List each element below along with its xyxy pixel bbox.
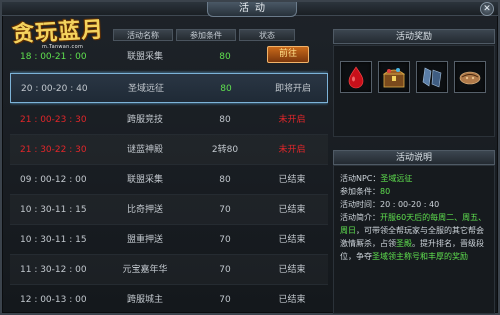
reward-slot-3[interactable]	[416, 61, 448, 93]
reward-slot-1[interactable]	[340, 61, 372, 93]
activity-window: 活动 ✕ 贪玩蓝月 m.Tanwan.com 活动名称 参加条件 状态 18 :…	[0, 0, 500, 315]
goto-button[interactable]: 前往	[267, 46, 309, 63]
table-row[interactable]: 10 : 30-11 : 15 盟重押送 70 已结束	[10, 225, 328, 255]
row-name: 谜蓝神殿	[126, 145, 163, 155]
row-condition: 2转80	[211, 145, 239, 155]
condition-label: 参加条件：	[340, 187, 380, 196]
row-status: 已结束	[278, 205, 306, 215]
intro-text: 活动简介：开服60天后的每周二、周五、周日，可带领全帮玩家与全服的其它帮会激情厮…	[340, 211, 488, 263]
table-row[interactable]: 10 : 30-11 : 15 比奇押送 70 已结束	[10, 195, 328, 225]
row-condition: 80	[220, 84, 232, 94]
row-time: 12 : 00-13 : 00	[20, 295, 87, 305]
intro-temple: 圣殿	[396, 239, 412, 248]
row-time: 11 : 30-12 : 00	[20, 265, 87, 275]
row-time: 18 : 00-21 : 00	[20, 52, 87, 62]
row-status: 已结束	[278, 295, 306, 305]
row-time: 10 : 30-11 : 15	[20, 205, 87, 215]
header-condition: 参加条件	[176, 29, 236, 41]
row-condition: 70	[219, 265, 231, 275]
table-row[interactable]: 09 : 00-12 : 00 联盟采集 80 已结束	[10, 165, 328, 195]
table-header: 活动名称 参加条件 状态	[113, 29, 328, 41]
table-row[interactable]: 18 : 00-21 : 00 联盟采集 80 前往	[10, 42, 328, 72]
reward-slot-2[interactable]	[378, 61, 410, 93]
row-condition: 70	[219, 235, 231, 245]
rewards-title: 活动奖励	[333, 29, 495, 44]
header-status: 状态	[239, 29, 295, 41]
condition-value: 80	[380, 187, 391, 196]
row-name: 元宝嘉年华	[122, 265, 168, 275]
row-time: 09 : 00-12 : 00	[20, 175, 87, 185]
row-time: 21 : 30-22 : 30	[20, 145, 87, 155]
row-name: 联盟采集	[126, 175, 163, 185]
row-status: 已结束	[278, 175, 306, 185]
npc-label: 活动NPC：	[340, 174, 381, 183]
table-row[interactable]: 21 : 00-23 : 30 跨服竞技 80 未开启	[10, 105, 328, 135]
intro-label: 活动简介：	[340, 213, 380, 222]
row-name: 联盟采集	[126, 52, 163, 62]
table-row[interactable]: 12 : 00-13 : 00 跨服城主 70 已结束	[10, 285, 328, 314]
description-box: 活动NPC：圣域远征 参加条件：80 活动时间：20 : 00-20 : 40 …	[333, 165, 495, 314]
row-condition: 70	[219, 295, 231, 305]
row-status: 已结束	[278, 235, 306, 245]
close-button[interactable]: ✕	[480, 2, 494, 16]
reward-slot-4[interactable]	[454, 61, 486, 93]
horn-pouch-icon	[459, 71, 481, 85]
row-time: 20 : 00-20 : 40	[21, 84, 88, 94]
npc-line: 活动NPC：圣域远征	[340, 172, 488, 185]
description-title: 活动说明	[333, 150, 495, 165]
header-activity-name: 活动名称	[113, 29, 173, 41]
row-name: 比奇押送	[126, 205, 163, 215]
time-line: 活动时间：20 : 00-20 : 40	[340, 198, 488, 211]
window-title: 活动	[207, 2, 297, 17]
row-name: 跨服城主	[126, 295, 163, 305]
row-name: 圣域远征	[127, 84, 164, 94]
activity-table: 活动名称 参加条件 状态 18 : 00-21 : 00 联盟采集 80 前往 …	[10, 29, 328, 314]
row-condition: 80	[219, 115, 231, 125]
row-status: 已结束	[278, 265, 306, 275]
table-row[interactable]: 21 : 30-22 : 30 谜蓝神殿 2转80 未开启	[10, 135, 328, 165]
condition-line: 参加条件：80	[340, 185, 488, 198]
row-status: 未开启	[278, 115, 306, 125]
table-row[interactable]: 20 : 00-20 : 40 圣域远征 80 即将开启	[10, 73, 328, 103]
time-label: 活动时间：	[340, 200, 380, 209]
row-time: 21 : 00-23 : 30	[20, 115, 87, 125]
row-condition: 70	[219, 205, 231, 215]
treasure-chest-icon	[382, 68, 406, 88]
npc-value: 圣域远征	[380, 174, 413, 183]
row-condition: 80	[219, 175, 231, 185]
rewards-box	[333, 45, 495, 137]
row-condition: 80	[219, 52, 231, 62]
right-panel: 活动奖励 活动说明 活动NPC：圣域远征 参加条件：80 活动时间：20: 0…	[333, 29, 495, 314]
table-row[interactable]: 11 : 30-12 : 00 元宝嘉年华 70 已结束	[10, 255, 328, 285]
row-status: 未开启	[278, 145, 306, 155]
row-time: 10 : 30-11 : 15	[20, 235, 87, 245]
intro-reward: 圣域领主称号和丰厚的奖励	[372, 252, 468, 261]
row-status: 即将开启	[274, 84, 311, 94]
time-value: 20 : 00-20 : 40	[380, 200, 440, 209]
red-gem-icon	[348, 66, 364, 89]
row-name: 跨服竞技	[126, 115, 163, 125]
blue-armor-icon	[422, 67, 442, 88]
row-name: 盟重押送	[126, 235, 163, 245]
